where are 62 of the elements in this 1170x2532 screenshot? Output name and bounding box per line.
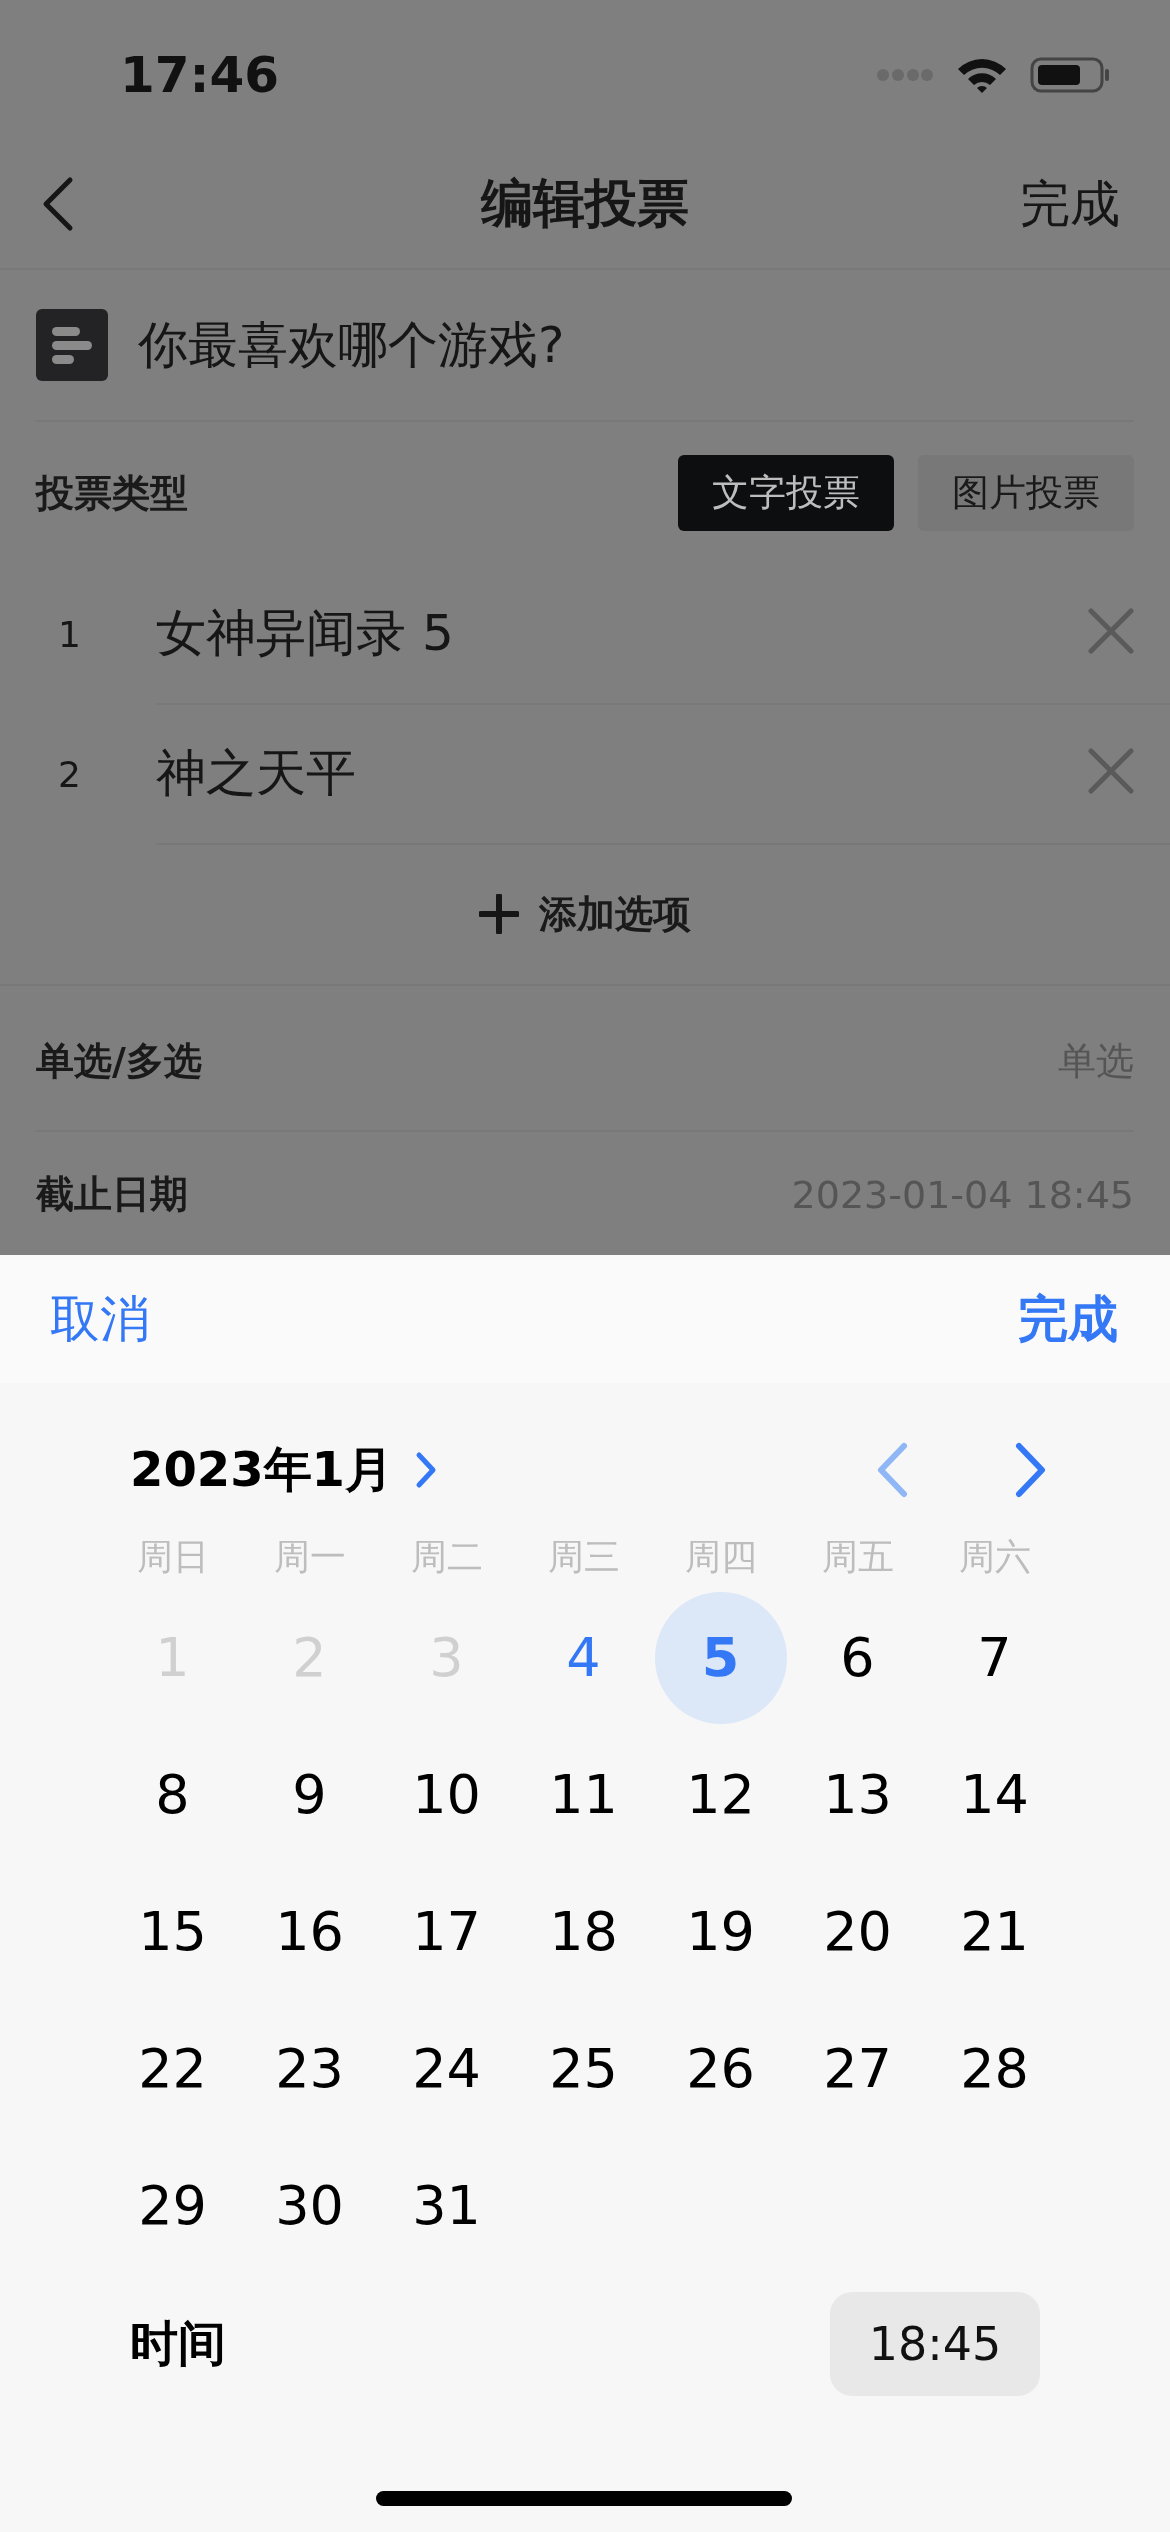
option-number: 1: [58, 613, 82, 655]
weekday-label: 周二: [409, 1535, 484, 1579]
text-icon: [36, 309, 108, 381]
vote-type-tab[interactable]: 文字投票: [678, 455, 894, 531]
day-cell[interactable]: 9: [241, 1726, 378, 1863]
vote-type-tab[interactable]: 图片投票: [918, 455, 1134, 531]
day-cell[interactable]: 28: [926, 2000, 1063, 2137]
day-cell[interactable]: 30: [241, 2137, 378, 2274]
setting-label: 单选/多选: [36, 1037, 202, 1085]
day-cell[interactable]: 23: [241, 2000, 378, 2137]
next-month-icon[interactable]: [1014, 1442, 1048, 1498]
day-cell[interactable]: 19: [652, 1863, 789, 2000]
chevron-right-icon: [415, 1451, 437, 1489]
day-cell[interactable]: 15: [104, 1863, 241, 2000]
weekday-label: 周五: [820, 1535, 895, 1579]
option-text: 女神异闻录 5: [156, 602, 454, 664]
day-cell[interactable]: 13: [789, 1726, 926, 1863]
day-cell[interactable]: 25: [515, 2000, 652, 2137]
weekday-label: 周六: [957, 1535, 1032, 1579]
weekday-label: 周一: [272, 1535, 347, 1579]
day-cell[interactable]: 29: [104, 2137, 241, 2274]
option-number: 2: [58, 753, 82, 795]
battery-icon: [1030, 57, 1110, 93]
plus-icon: [479, 894, 519, 934]
month-button[interactable]: 2023年1月: [130, 1438, 437, 1502]
status-time: 17:46: [120, 46, 280, 104]
day-cell[interactable]: 26: [652, 2000, 789, 2137]
time-label: 时间: [130, 2314, 226, 2373]
day-cell[interactable]: 11: [515, 1726, 652, 1863]
day-cell[interactable]: 27: [789, 2000, 926, 2137]
day-cell[interactable]: 18: [515, 1863, 652, 2000]
field-label: 投票类型: [36, 469, 188, 517]
weekday-label: 周三: [546, 1535, 621, 1579]
day-cell[interactable]: 16: [241, 1863, 378, 2000]
day-cell[interactable]: 22: [104, 2000, 241, 2137]
wifi-icon: [956, 56, 1008, 94]
page-title: 编辑投票: [481, 173, 689, 233]
done-button[interactable]: 完成: [1020, 170, 1120, 238]
option-text: 神之天平: [156, 742, 356, 804]
day-cell[interactable]: 20: [789, 1863, 926, 2000]
day-cell[interactable]: 24: [378, 2000, 515, 2137]
setting-label: 截止日期: [36, 1171, 188, 1218]
add-option-button[interactable]: 添加选项: [479, 888, 691, 940]
day-cell[interactable]: 31: [378, 2137, 515, 2274]
close-icon[interactable]: [1088, 748, 1134, 794]
day-cell[interactable]: 4: [515, 1589, 652, 1726]
weekday-label: 周日: [135, 1535, 210, 1579]
day-cell[interactable]: 14: [926, 1726, 1063, 1863]
day-cell[interactable]: 17: [378, 1863, 515, 2000]
question-text: 你最喜欢哪个游戏?: [138, 314, 565, 376]
day-cell[interactable]: 21: [926, 1863, 1063, 2000]
weekday-label: 周四: [683, 1535, 758, 1579]
time-button[interactable]: 18:45: [830, 2292, 1040, 2396]
day-cell[interactable]: 10: [378, 1726, 515, 1863]
cancel-button[interactable]: 取消: [50, 1285, 150, 1353]
close-icon[interactable]: [1088, 608, 1134, 654]
day-cell[interactable]: 7: [926, 1589, 1063, 1726]
day-cell[interactable]: 8: [104, 1726, 241, 1863]
day-cell[interactable]: 6: [789, 1589, 926, 1726]
previous-month-icon[interactable]: [875, 1442, 909, 1498]
done-button[interactable]: 完成: [1018, 1285, 1118, 1353]
day-cell[interactable]: 12: [652, 1726, 789, 1863]
